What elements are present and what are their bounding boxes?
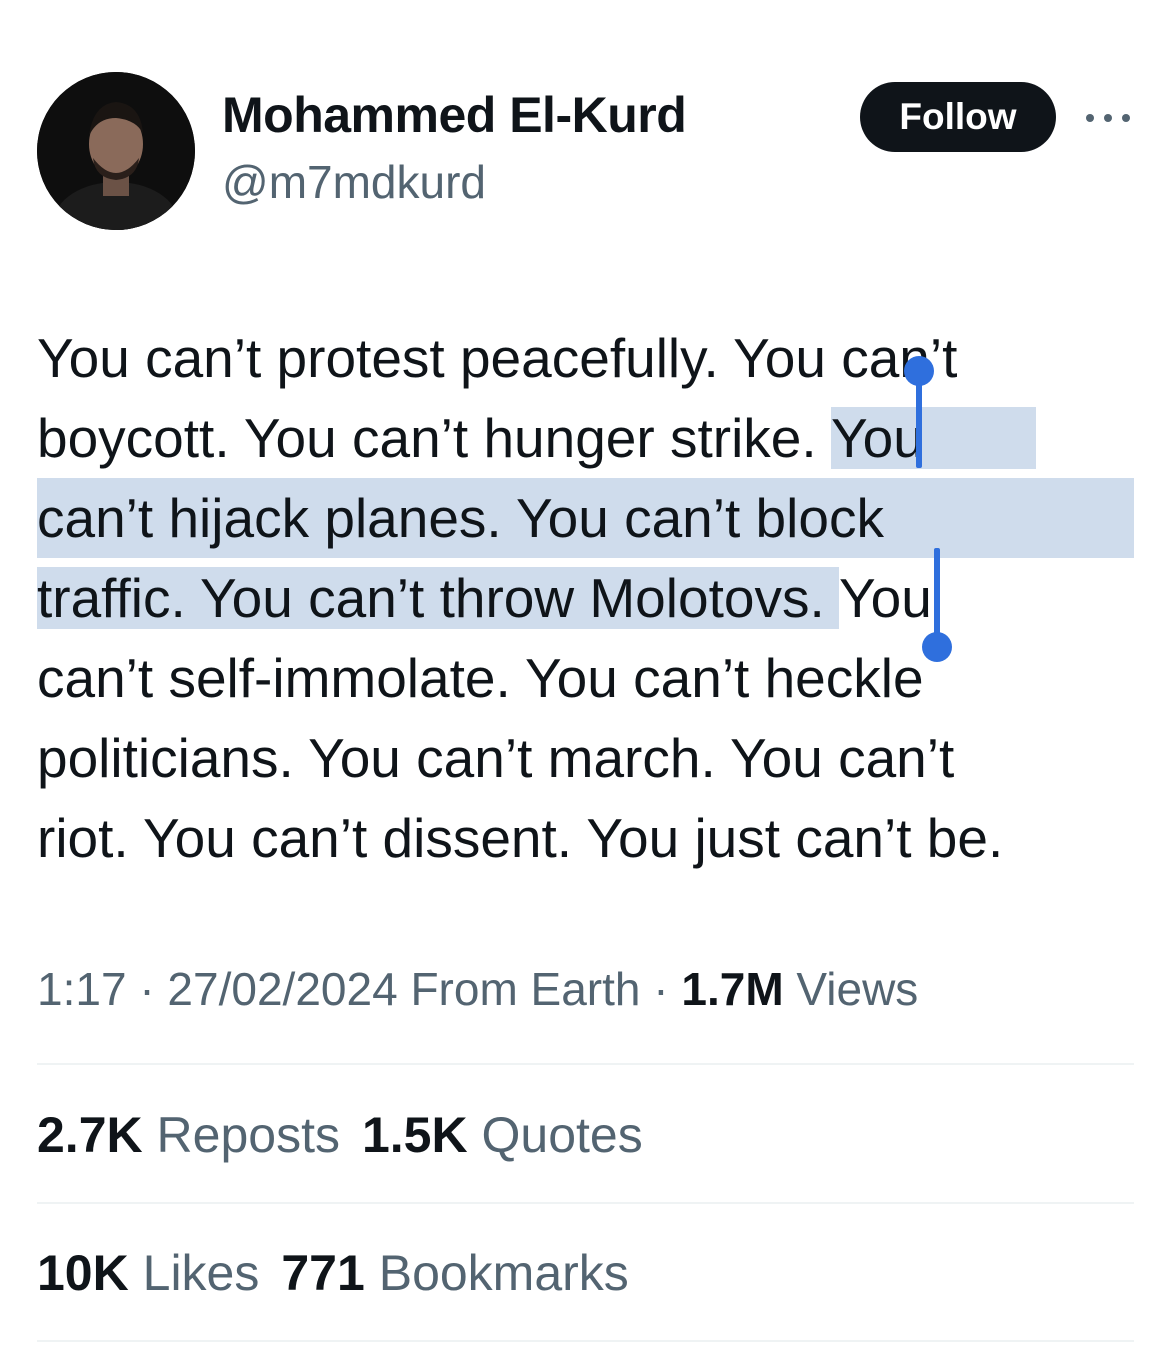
meta-separator: ·: [653, 963, 669, 1015]
tweet-line: riot. You can’t dissent. You just can’t …: [37, 798, 1157, 878]
divider: [37, 1340, 1134, 1342]
reposts-label: Reposts: [156, 1107, 340, 1163]
tweet-date[interactable]: 27/02/2024: [167, 963, 397, 1015]
meta-separator: ·: [139, 963, 155, 1015]
tweet-line-text: You: [839, 567, 932, 629]
tweet-meta: 1:17 · 27/02/2024 From Earth · 1.7M View…: [37, 962, 918, 1016]
tweet-line-text: politicians. You can’t march. You can’t: [37, 727, 955, 789]
likes-label: Likes: [142, 1245, 260, 1301]
tweet-text: You can’t protest peacefully. You can’t …: [37, 318, 1157, 878]
views-label: Views: [796, 963, 919, 1015]
quotes-stat[interactable]: 1.5K Quotes: [362, 1106, 643, 1164]
tweet-source: From Earth: [410, 963, 641, 1015]
tweet-line: You can’t protest peacefully. You can’t: [37, 318, 1157, 398]
tweet-line-text: riot. You can’t dissent. You just can’t …: [37, 807, 1004, 869]
tweet-line: can’t hijack planes. You can’t block: [37, 478, 1157, 558]
selected-text[interactable]: You: [830, 407, 1036, 469]
tweet-line: politicians. You can’t march. You can’t: [37, 718, 1157, 798]
reposts-count: 2.7K: [37, 1107, 143, 1163]
tweet-line: can’t self-immolate. You can’t heckle: [37, 638, 1157, 718]
reposts-stat[interactable]: 2.7K Reposts: [37, 1106, 340, 1164]
divider: [37, 1063, 1134, 1065]
tweet-time[interactable]: 1:17: [37, 963, 127, 1015]
selection-end-handle[interactable]: [922, 548, 952, 662]
stats-row-engagement: 10K Likes 771 Bookmarks: [37, 1244, 651, 1302]
tweet-line-text: You can’t protest peacefully. You can’t: [37, 327, 958, 389]
author-display-name[interactable]: Mohammed El-Kurd: [222, 86, 687, 144]
selection-start-handle[interactable]: [904, 356, 934, 468]
follow-button[interactable]: Follow: [860, 82, 1056, 152]
stats-row-shares: 2.7K Reposts 1.5K Quotes: [37, 1106, 665, 1164]
author-handle[interactable]: @m7mdkurd: [222, 155, 486, 209]
avatar[interactable]: [37, 72, 195, 230]
quotes-count: 1.5K: [361, 1107, 468, 1163]
tweet-line-text: boycott. You can’t hunger strike.: [37, 407, 831, 469]
divider: [37, 1202, 1134, 1204]
likes-count: 10K: [37, 1245, 129, 1301]
bookmarks-stat[interactable]: 771 Bookmarks: [281, 1244, 628, 1302]
tweet-line-text: can’t self-immolate. You can’t heckle: [37, 647, 924, 709]
quotes-label: Quotes: [481, 1107, 643, 1163]
avatar-photo: [37, 72, 195, 230]
bookmarks-count: 771: [281, 1245, 365, 1301]
bookmarks-label: Bookmarks: [378, 1245, 629, 1301]
selected-text[interactable]: can’t hijack planes. You can’t block: [37, 478, 1134, 558]
likes-stat[interactable]: 10K Likes: [37, 1244, 259, 1302]
selected-text[interactable]: traffic. You can’t throw Molotovs.: [37, 567, 840, 629]
views-count: 1.7M: [681, 963, 784, 1015]
more-options-icon[interactable]: [1086, 108, 1130, 128]
tweet-line: boycott. You can’t hunger strike. You: [37, 398, 1157, 478]
tweet-line: traffic. You can’t throw Molotovs. You: [37, 558, 1157, 638]
